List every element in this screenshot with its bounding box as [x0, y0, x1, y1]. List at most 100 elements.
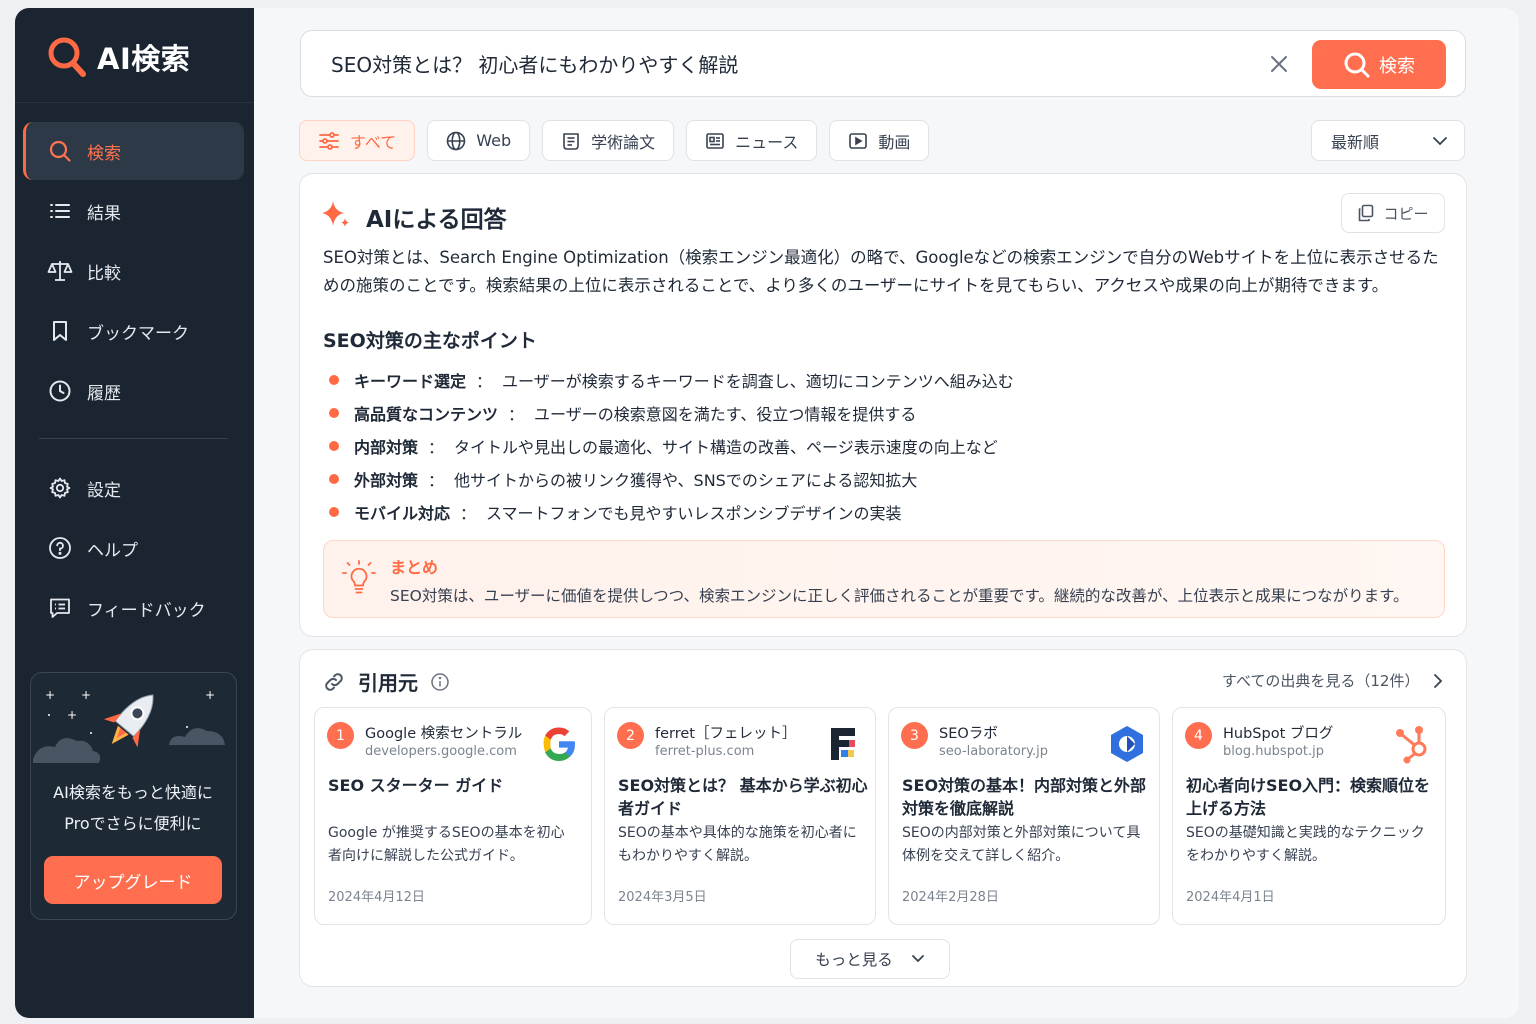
source-date: 2024年2月28日: [902, 890, 999, 905]
filter-label: 動画: [878, 132, 911, 152]
filter-web[interactable]: Web: [427, 120, 531, 161]
source-date: 2024年4月1日: [1186, 890, 1275, 905]
source-card[interactable]: 2 ferret［フェレット］ ferret-plus.com SEO対策とは？…: [604, 707, 876, 925]
sparkle-icon: [322, 201, 349, 227]
sort-selected: 最新順: [1331, 132, 1380, 152]
sidebar-item-search[interactable]: 検索: [23, 122, 244, 180]
point-term: キーワード選定: [354, 371, 467, 391]
sidebar-item-label: 履歴: [87, 383, 121, 404]
bullet-dot: [329, 374, 339, 385]
promo-line-2: Proでさらに便利に: [64, 814, 202, 833]
sidebar-item-bookmarks[interactable]: ブックマーク: [23, 302, 244, 360]
sidebar-item-compare[interactable]: 比較: [23, 242, 244, 300]
point-colon: ：: [428, 470, 445, 490]
chevron-down-icon: [1433, 137, 1447, 146]
sidebar-divider: [39, 438, 228, 439]
source-description: SEOの基本や具体的な施策を初心者にもわかりやすく解説。: [618, 825, 857, 864]
news-icon: [706, 132, 724, 149]
svg-text:+: +: [67, 708, 77, 722]
source-card[interactable]: 3 SEOラボ seo-laboratory.jp SEO対策の基本！内部対策と…: [888, 707, 1160, 925]
sidebar-item-label: 結果: [87, 203, 121, 224]
source-card[interactable]: 1 Google 検索セントラル developers.google.com S…: [314, 707, 592, 925]
ferret-logo-icon: [831, 728, 855, 760]
sources-card: 引用元 すべての出典を見る（12件） 1 Google 検索セントラル deve…: [299, 649, 1467, 987]
sidebar-nav: 検索 結果 比較 ブックマーク 履歴 設定 ヘルプ フィードバック: [23, 122, 244, 639]
source-title: SEO対策とは？ 基本から学ぶ初心者ガイド: [618, 776, 868, 818]
seolab-logo-icon: [1111, 726, 1143, 762]
see-all-sources-link[interactable]: すべての出典を見る（12件）: [1222, 670, 1443, 691]
hubspot-logo-icon: [1396, 726, 1427, 764]
clock-icon: [47, 378, 73, 404]
search-input[interactable]: [331, 46, 1231, 80]
filter-video[interactable]: 動画: [829, 120, 930, 161]
point-desc: ユーザーが検索するキーワードを調査し、適切にコンテンツへ組み込む: [502, 371, 1014, 391]
points-list: キーワード選定 ： ユーザーが検索するキーワードを調査し、適切にコンテンツへ組み込む…: [323, 363, 1014, 528]
scale-icon: [47, 258, 73, 284]
sidebar-item-settings[interactable]: 設定: [23, 459, 244, 517]
svg-text:+: +: [81, 688, 91, 702]
sidebar-item-label: 比較: [87, 263, 121, 284]
sidebar-item-label: 検索: [87, 143, 121, 164]
sliders-icon: [319, 131, 339, 150]
source-description: SEOの内部対策と外部対策について具体例を交えて詳しく紹介。: [902, 825, 1141, 864]
sidebar-item-results[interactable]: 結果: [23, 182, 244, 240]
filter-label: Web: [476, 131, 512, 150]
source-date: 2024年3月5日: [618, 890, 707, 905]
sidebar-item-label: ブックマーク: [87, 323, 189, 344]
source-domain: seo-laboratory.jp: [939, 744, 1048, 759]
show-more-button[interactable]: もっと見る: [790, 939, 950, 979]
bullet-dot: [329, 407, 339, 418]
list-item: キーワード選定 ： ユーザーが検索するキーワードを調査し、適切にコンテンツへ組み込む: [323, 363, 1014, 396]
help-icon: [47, 535, 73, 561]
point-term: 内部対策: [354, 437, 419, 457]
source-domain: developers.google.com: [365, 744, 517, 759]
sidebar-item-label: ヘルプ: [87, 540, 138, 561]
source-number: 2: [617, 722, 644, 749]
summary-box: まとめ SEO対策は、ユーザーに価値を提供しつつ、検索エンジンに正しく評価される…: [323, 540, 1445, 618]
globe-icon: [446, 131, 466, 150]
sort-select[interactable]: 最新順: [1311, 120, 1465, 161]
search-button[interactable]: 検索: [1312, 40, 1446, 89]
source-domain: ferret-plus.com: [655, 744, 755, 759]
filter-papers[interactable]: 学術論文: [542, 120, 675, 161]
bullet-dot: [329, 440, 339, 451]
sidebar-item-help[interactable]: ヘルプ: [23, 519, 244, 577]
svg-text:+: +: [45, 688, 55, 702]
copy-button[interactable]: コピー: [1341, 193, 1445, 233]
close-icon: [1271, 56, 1287, 72]
point-term: 高品質なコンテンツ: [354, 404, 499, 424]
point-colon: ：: [508, 404, 525, 424]
info-icon[interactable]: [430, 672, 450, 692]
source-card[interactable]: 4 HubSpot ブログ blog.hubspot.jp 初心者向けSEO入門…: [1172, 707, 1446, 925]
source-name: Google 検索セントラル: [365, 726, 523, 742]
answer-body: SEO対策とは、Search Engine Optimization（検索エンジ…: [323, 248, 1439, 295]
point-term: 外部対策: [354, 470, 419, 490]
logo-search-icon: [47, 36, 87, 78]
sources-header: 引用元: [322, 667, 450, 696]
paper-icon: [563, 132, 579, 150]
point-desc: スマートフォンでも見やすいレスポンシブデザインの実装: [486, 503, 902, 523]
sidebar: AI検索 検索 結果 比較 ブックマーク 履歴 設定 ヘルプ フィードバック +…: [15, 8, 254, 1018]
gear-icon: [47, 475, 73, 501]
filter-news[interactable]: ニュース: [686, 120, 818, 161]
sidebar-item-history[interactable]: 履歴: [23, 362, 244, 420]
ai-answer-card: AIによる回答 コピー SEO対策とは、Search Engine Optimi…: [299, 173, 1467, 637]
filter-label: すべて: [350, 132, 397, 152]
app-logo[interactable]: AI検索: [47, 34, 190, 80]
filter-all[interactable]: すべて: [299, 120, 416, 161]
sidebar-item-feedback[interactable]: フィードバック: [23, 579, 244, 637]
copy-icon: [1359, 204, 1374, 222]
filter-label: 学術論文: [591, 132, 656, 152]
clear-search-button[interactable]: [1267, 52, 1291, 76]
list-item: 高品質なコンテンツ ： ユーザーの検索意図を満たす、役立つ情報を提供する: [323, 396, 1014, 429]
source-title: SEO スターター ガイド: [328, 776, 504, 795]
search-icon: [1344, 52, 1370, 77]
list-item: モバイル対応 ： スマートフォンでも見やすいレスポンシブデザインの実装: [323, 495, 1014, 528]
sources-title: 引用元: [358, 671, 418, 695]
bullet-dot: [329, 506, 339, 517]
list-item: 内部対策 ： タイトルや見出しの最適化、サイト構造の改善、ページ表示速度の向上など: [323, 429, 1014, 462]
sidebar-item-label: フィードバック: [87, 600, 206, 621]
point-desc: 他サイトからの被リンク獲得や、SNSでのシェアによる認知拡大: [454, 470, 918, 490]
upgrade-button[interactable]: アップグレード: [44, 856, 222, 904]
source-description: Google が推奨するSEOの基本を初心者向けに解説した公式ガイド。: [328, 825, 565, 864]
